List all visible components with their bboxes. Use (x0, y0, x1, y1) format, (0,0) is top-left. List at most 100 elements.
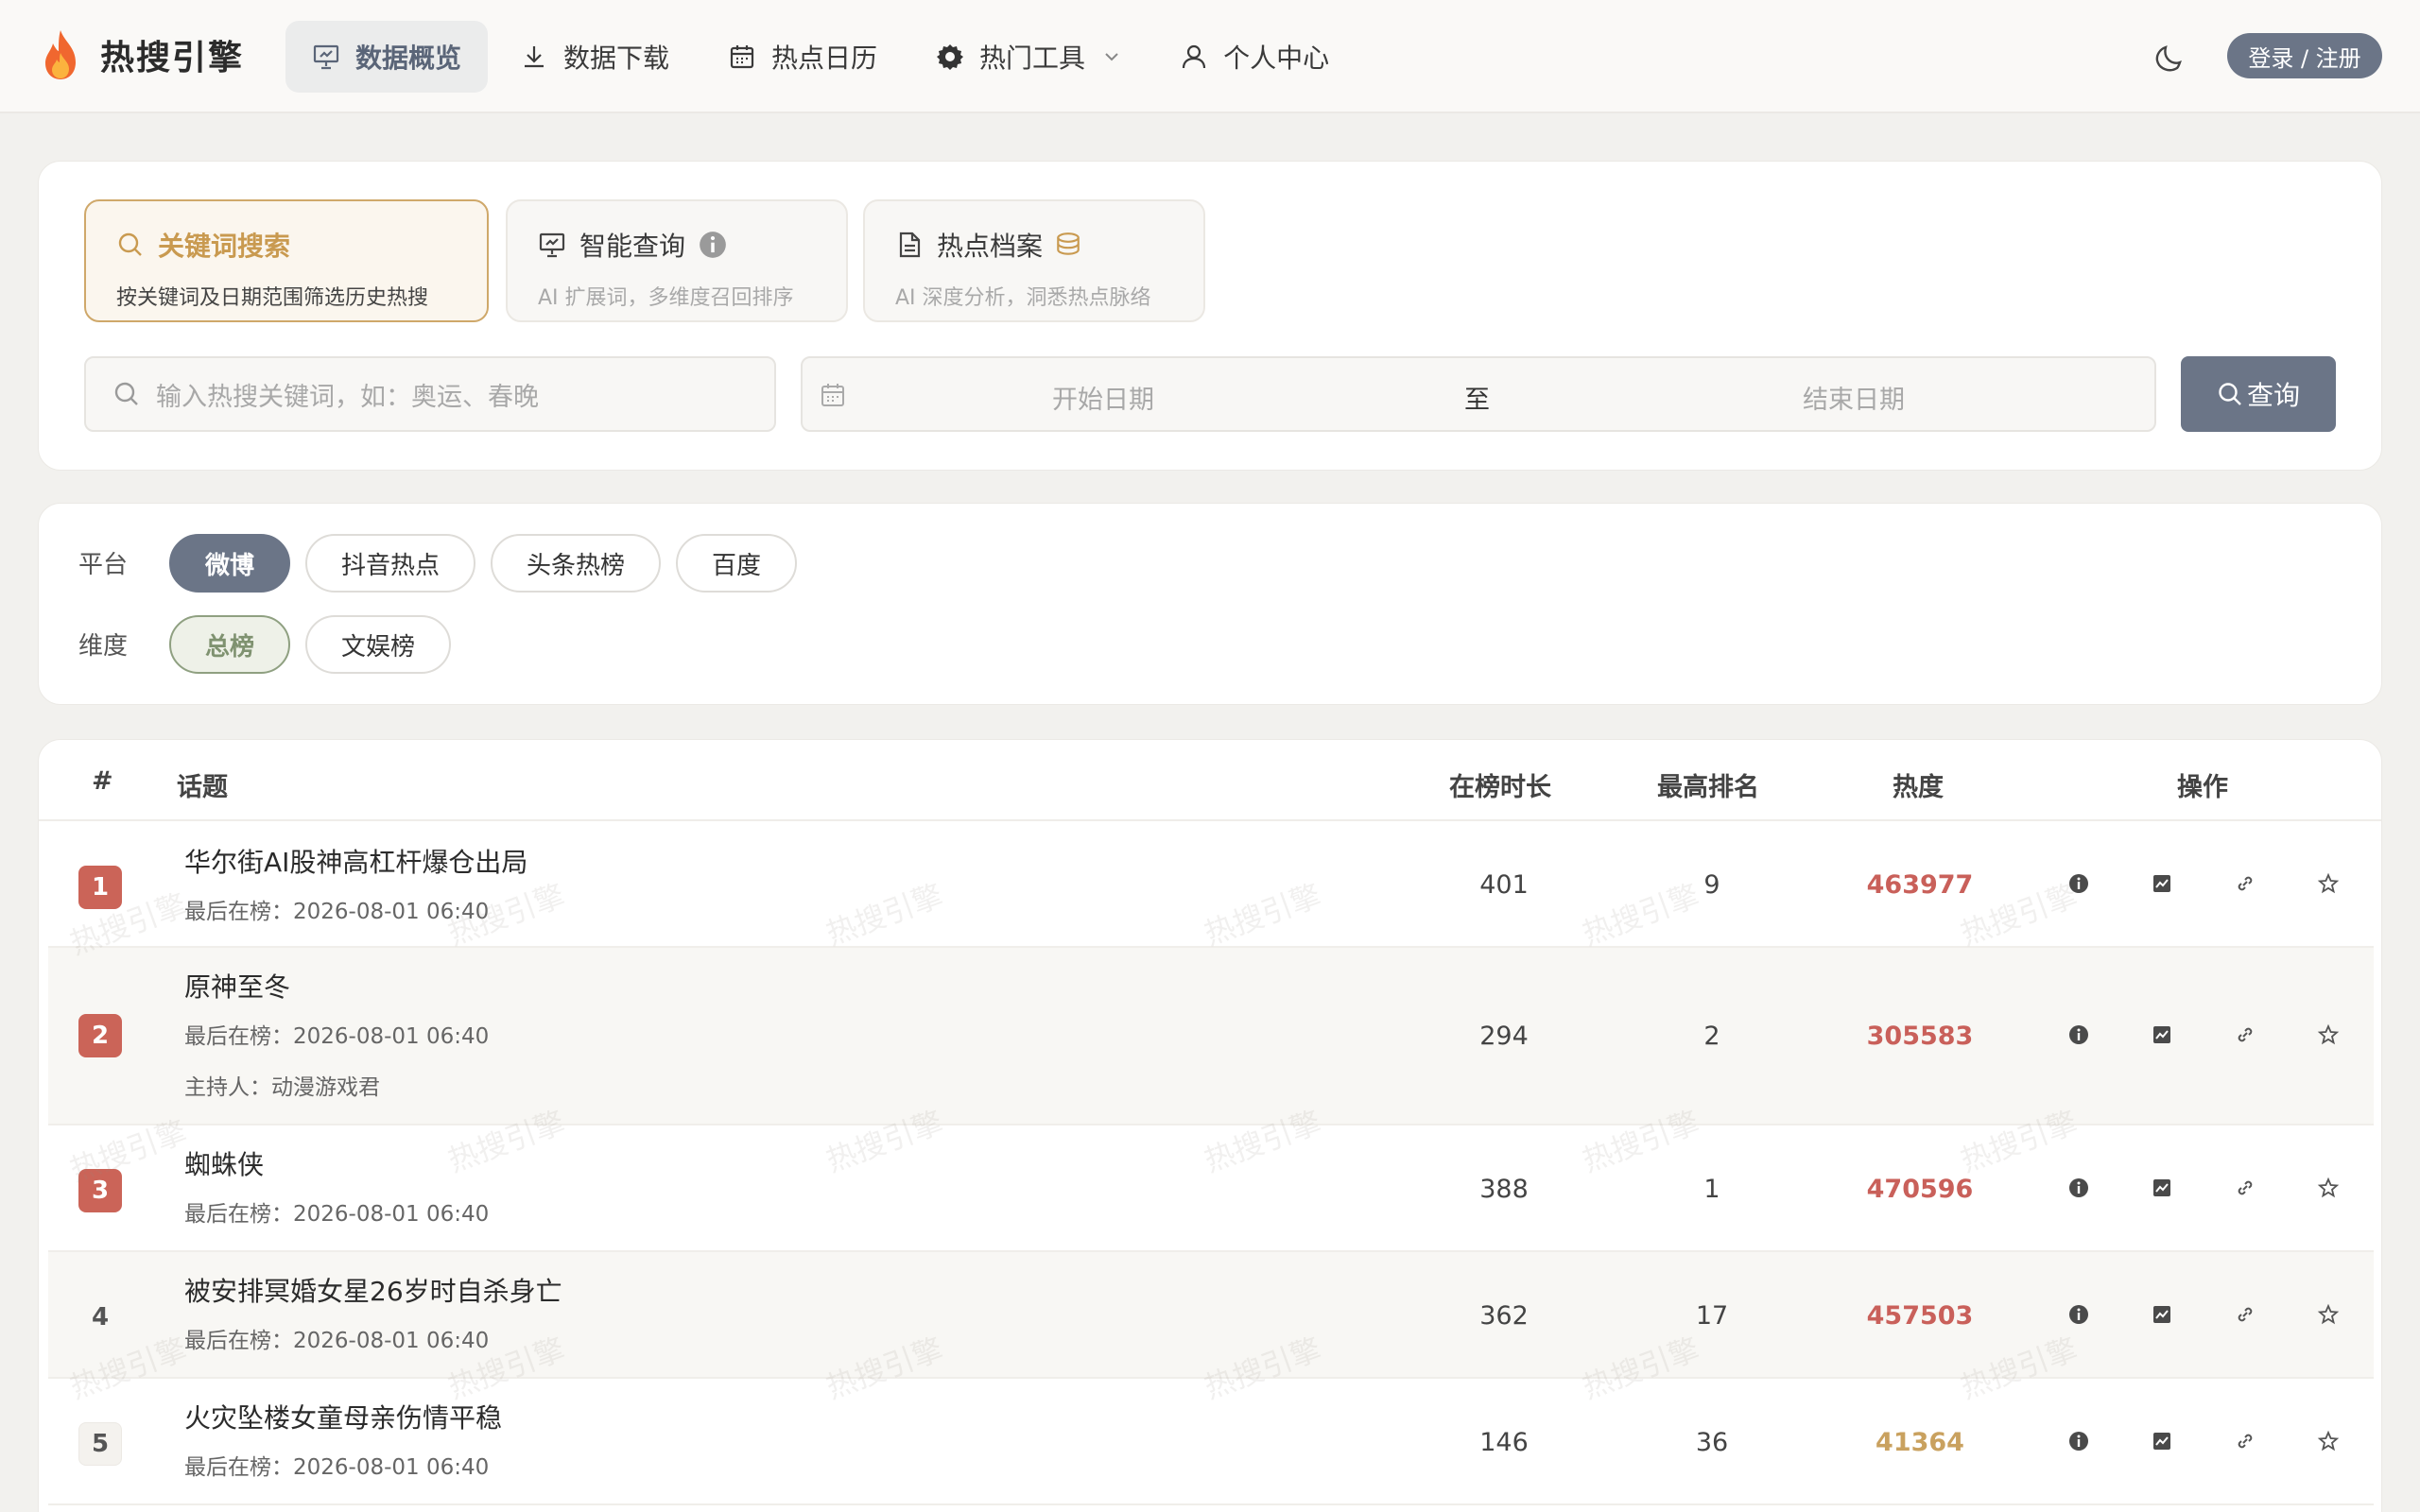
star-icon[interactable] (2317, 1023, 2340, 1046)
link-icon[interactable] (2234, 1023, 2256, 1046)
calendar-icon (821, 384, 844, 406)
table-row[interactable]: 3 蜘蛛侠 最后在榜：2026-08-01 06:40 388 1 470596 (48, 1125, 2374, 1252)
table-row[interactable]: 1 华尔街AI股神高杠杆爆仓出局 最后在榜：2026-08-01 06:40 4… (48, 823, 2374, 948)
nav-item-label: 数据下载 (563, 43, 670, 74)
dimension-chip-overall[interactable]: 总榜 (169, 615, 290, 674)
header-topic: 话题 (177, 773, 228, 802)
keyword-search-input[interactable]: 输入热搜关键词，如：奥运、春晚 (84, 356, 776, 432)
tab-title: 热点档案 (937, 231, 1044, 262)
info-icon[interactable] (2067, 872, 2090, 895)
search-icon (2219, 383, 2241, 405)
user-icon (1182, 44, 1206, 69)
platform-chip-douyin[interactable]: 抖音热点 (305, 534, 475, 593)
end-date-field[interactable]: 结束日期 (1803, 379, 1905, 416)
best-rank-value: 9 (1703, 870, 1720, 900)
tab-subtitle: AI 深度分析，洞悉热点脉络 (895, 286, 1151, 310)
nav-item-label: 个人中心 (1223, 43, 1330, 74)
last-on-list: 最后在榜：2026-08-01 06:40 (184, 1202, 490, 1227)
login-register-button[interactable]: 登录 / 注册 (2227, 33, 2382, 78)
info-icon (700, 232, 726, 258)
nav-item-overview[interactable]: 数据概览 (285, 21, 489, 93)
rank-badge: 1 (78, 866, 122, 909)
heat-value: 41364 (1876, 1428, 1964, 1457)
topic-title[interactable]: 被安排冥婚女星26岁时自杀身亡 (184, 1271, 562, 1309)
platform-chip-weibo[interactable]: 微博 (169, 534, 290, 593)
brand[interactable]: 热搜引擎 (38, 28, 244, 81)
search-icon (118, 232, 142, 256)
best-rank-value: 1 (1703, 1175, 1720, 1204)
heat-value: 470596 (1866, 1175, 1974, 1204)
keyword-placeholder: 输入热搜关键词，如：奥运、春晚 (156, 382, 539, 412)
trend-chart-icon[interactable] (2151, 1177, 2173, 1199)
search-card: 关键词搜索 按关键词及日期范围筛选历史热搜 智能查询 AI 扩展词，多维度召回排… (38, 161, 2382, 471)
star-icon[interactable] (2317, 872, 2340, 895)
header-heat: 热度 (1893, 773, 1944, 802)
trend-chart-icon[interactable] (2151, 872, 2173, 895)
start-date-field[interactable]: 开始日期 (1052, 379, 1154, 416)
table-row[interactable]: 2 原神至冬 最后在榜：2026-08-01 06:40 主持人：动漫游戏君 2… (48, 948, 2374, 1125)
info-icon[interactable] (2067, 1023, 2090, 1046)
table-row[interactable]: 4 被安排冥婚女星26岁时自杀身亡 最后在榜：2026-08-01 06:40 … (48, 1252, 2374, 1379)
last-on-list: 最后在榜：2026-08-01 06:40 (184, 1455, 490, 1480)
rank-badge: 3 (78, 1169, 122, 1212)
date-range-picker[interactable]: 开始日期 至 结束日期 (801, 356, 2156, 432)
query-button[interactable]: 查询 (2181, 356, 2336, 432)
last-on-list: 最后在榜：2026-08-01 06:40 (184, 900, 490, 924)
heat-value: 463977 (1866, 870, 1974, 900)
star-icon[interactable] (2317, 1177, 2340, 1199)
topic-title[interactable]: 原神至冬 (184, 967, 290, 1005)
chart-presentation-icon (313, 44, 339, 70)
platform-chip-baidu[interactable]: 百度 (676, 534, 797, 593)
best-rank-value: 2 (1703, 1022, 1720, 1051)
info-icon[interactable] (2067, 1177, 2090, 1199)
header-actions: 操作 (2177, 773, 2228, 802)
nav-item-download[interactable]: 数据下载 (493, 21, 696, 93)
nav-item-label: 热门工具 (979, 43, 1086, 74)
header-rank: # (92, 766, 113, 796)
topic-title[interactable]: 火灾坠楼女童母亲伤情平稳 (184, 1398, 502, 1435)
trend-chart-icon[interactable] (2151, 1303, 2173, 1326)
duration-value: 146 (1479, 1428, 1529, 1457)
link-icon[interactable] (2234, 1177, 2256, 1199)
table-header: # 话题 在榜时长 最高排名 热度 操作 (39, 740, 2381, 821)
nav-item-label: 数据概览 (355, 43, 462, 74)
last-on-list: 最后在榜：2026-08-01 06:40 (184, 1024, 490, 1049)
trend-chart-icon[interactable] (2151, 1023, 2173, 1046)
star-icon[interactable] (2317, 1303, 2340, 1326)
nav-item-profile[interactable]: 个人中心 (1153, 21, 1356, 93)
topic-title[interactable]: 蜘蛛侠 (184, 1144, 264, 1182)
info-icon[interactable] (2067, 1303, 2090, 1326)
platform-label: 平台 (78, 551, 129, 579)
tab-hot-archive[interactable]: 热点档案 AI 深度分析，洞悉热点脉络 (863, 199, 1205, 322)
date-separator: 至 (1464, 386, 1490, 415)
top-navigation-bar: 热搜引擎 数据概览 数据下载 热点日历 热门工具 个人中心 登录 / 注册 (0, 0, 2420, 113)
tab-subtitle: AI 扩展词，多维度召回排序 (538, 286, 794, 310)
duration-value: 401 (1479, 870, 1529, 900)
link-icon[interactable] (2234, 1430, 2256, 1452)
table-row[interactable]: 5 火灾坠楼女童母亲伤情平稳 最后在榜：2026-08-01 06:40 146… (48, 1379, 2374, 1505)
hot-topics-table: # 话题 在榜时长 最高排名 热度 操作 1 华尔街AI股神高杠杆爆仓出局 最后… (38, 739, 2382, 1512)
chart-presentation-icon (539, 232, 565, 258)
link-icon[interactable] (2234, 872, 2256, 895)
tab-keyword-search[interactable]: 关键词搜索 按关键词及日期范围筛选历史热搜 (84, 199, 489, 322)
platform-chip-toutiao[interactable]: 头条热榜 (491, 534, 661, 593)
tab-smart-query[interactable]: 智能查询 AI 扩展词，多维度召回排序 (506, 199, 848, 322)
nav-item-tools[interactable]: 热门工具 (909, 21, 1148, 93)
star-icon[interactable] (2317, 1430, 2340, 1452)
main-nav: 数据概览 数据下载 热点日历 热门工具 个人中心 (285, 21, 1361, 93)
duration-value: 294 (1479, 1022, 1529, 1051)
rank-badge: 5 (78, 1422, 122, 1466)
moon-icon[interactable] (2152, 40, 2187, 76)
dimension-chip-entertainment[interactable]: 文娱榜 (305, 615, 451, 674)
link-icon[interactable] (2234, 1303, 2256, 1326)
heat-value: 457503 (1866, 1301, 1974, 1331)
topic-title[interactable]: 华尔街AI股神高杠杆爆仓出局 (184, 842, 527, 880)
last-on-list: 最后在榜：2026-08-01 06:40 (184, 1329, 490, 1353)
heat-value: 305583 (1866, 1022, 1974, 1051)
info-icon[interactable] (2067, 1430, 2090, 1452)
query-label: 查询 (2246, 380, 2300, 411)
tab-title: 智能查询 (579, 231, 686, 262)
nav-item-calendar[interactable]: 热点日历 (701, 21, 904, 93)
tab-title: 关键词搜索 (158, 231, 291, 262)
trend-chart-icon[interactable] (2151, 1430, 2173, 1452)
